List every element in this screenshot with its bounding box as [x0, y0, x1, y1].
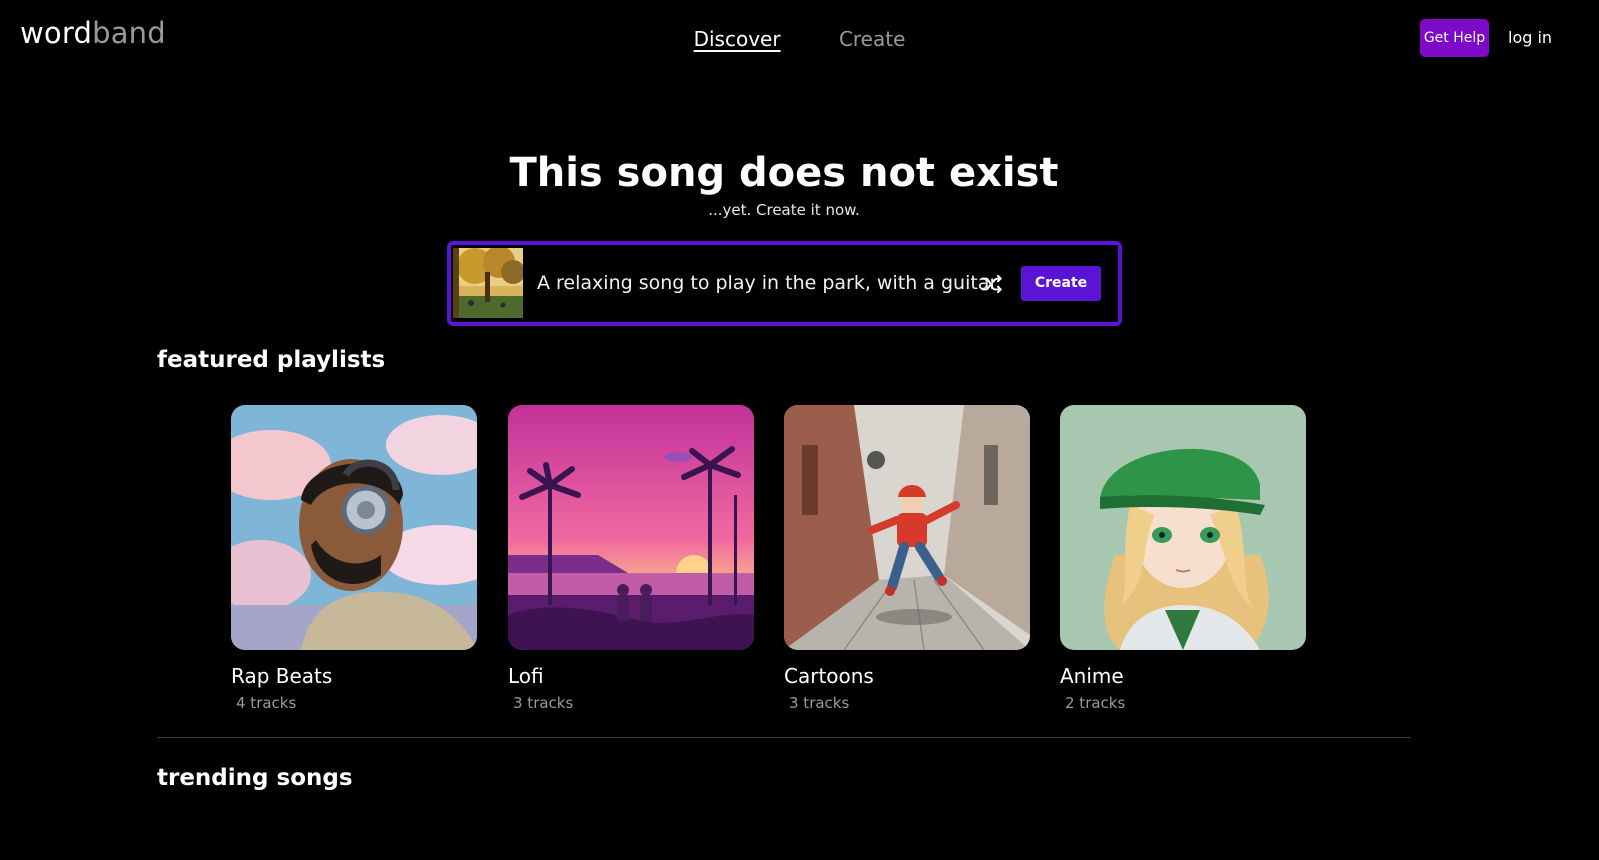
playlist-track-count: 4 tracks [236, 694, 297, 712]
playlist-card-lofi[interactable]: Lofi 3 tracks [508, 405, 754, 712]
playlist-cover-image [784, 405, 1030, 650]
playlist-card-rap-beats[interactable]: Rap Beats 4 tracks [231, 405, 477, 712]
top-bar: wordband Discover Create Get Help log in [0, 0, 1599, 80]
featured-playlists-heading: featured playlists [157, 347, 386, 373]
prompt-input[interactable]: A relaxing song to play in the park, wit… [537, 272, 997, 294]
nav-discover[interactable]: Discover [694, 27, 781, 51]
playlist-cover-image [508, 405, 754, 650]
playlist-card-anime[interactable]: Anime 2 tracks [1060, 405, 1306, 712]
song-prompt-box: A relaxing song to play in the park, wit… [447, 241, 1122, 326]
playlist-track-count: 3 tracks [789, 694, 850, 712]
playlist-name: Cartoons [784, 664, 874, 688]
hero-title: This song does not exist [509, 150, 1059, 196]
playlist-track-count: 3 tracks [513, 694, 574, 712]
get-help-button[interactable]: Get Help [1420, 19, 1489, 57]
trending-songs-heading: trending songs [157, 765, 353, 791]
playlist-cover-image [231, 405, 477, 650]
playlist-name: Lofi [508, 664, 544, 688]
playlist-card-cartoons[interactable]: Cartoons 3 tracks [784, 405, 1030, 712]
shuffle-icon[interactable] [979, 271, 1005, 297]
playlist-track-count: 2 tracks [1065, 694, 1126, 712]
playlist-name: Anime [1060, 664, 1124, 688]
prompt-thumbnail-image [453, 248, 523, 318]
section-divider [157, 737, 1411, 738]
hero-subtitle: ...yet. Create it now. [708, 201, 860, 219]
create-button[interactable]: Create [1021, 266, 1101, 301]
login-link[interactable]: log in [1508, 28, 1552, 47]
playlist-cover-image [1060, 405, 1306, 650]
main-nav: Discover Create [0, 27, 1599, 51]
nav-create[interactable]: Create [839, 27, 905, 51]
playlist-name: Rap Beats [231, 664, 333, 688]
